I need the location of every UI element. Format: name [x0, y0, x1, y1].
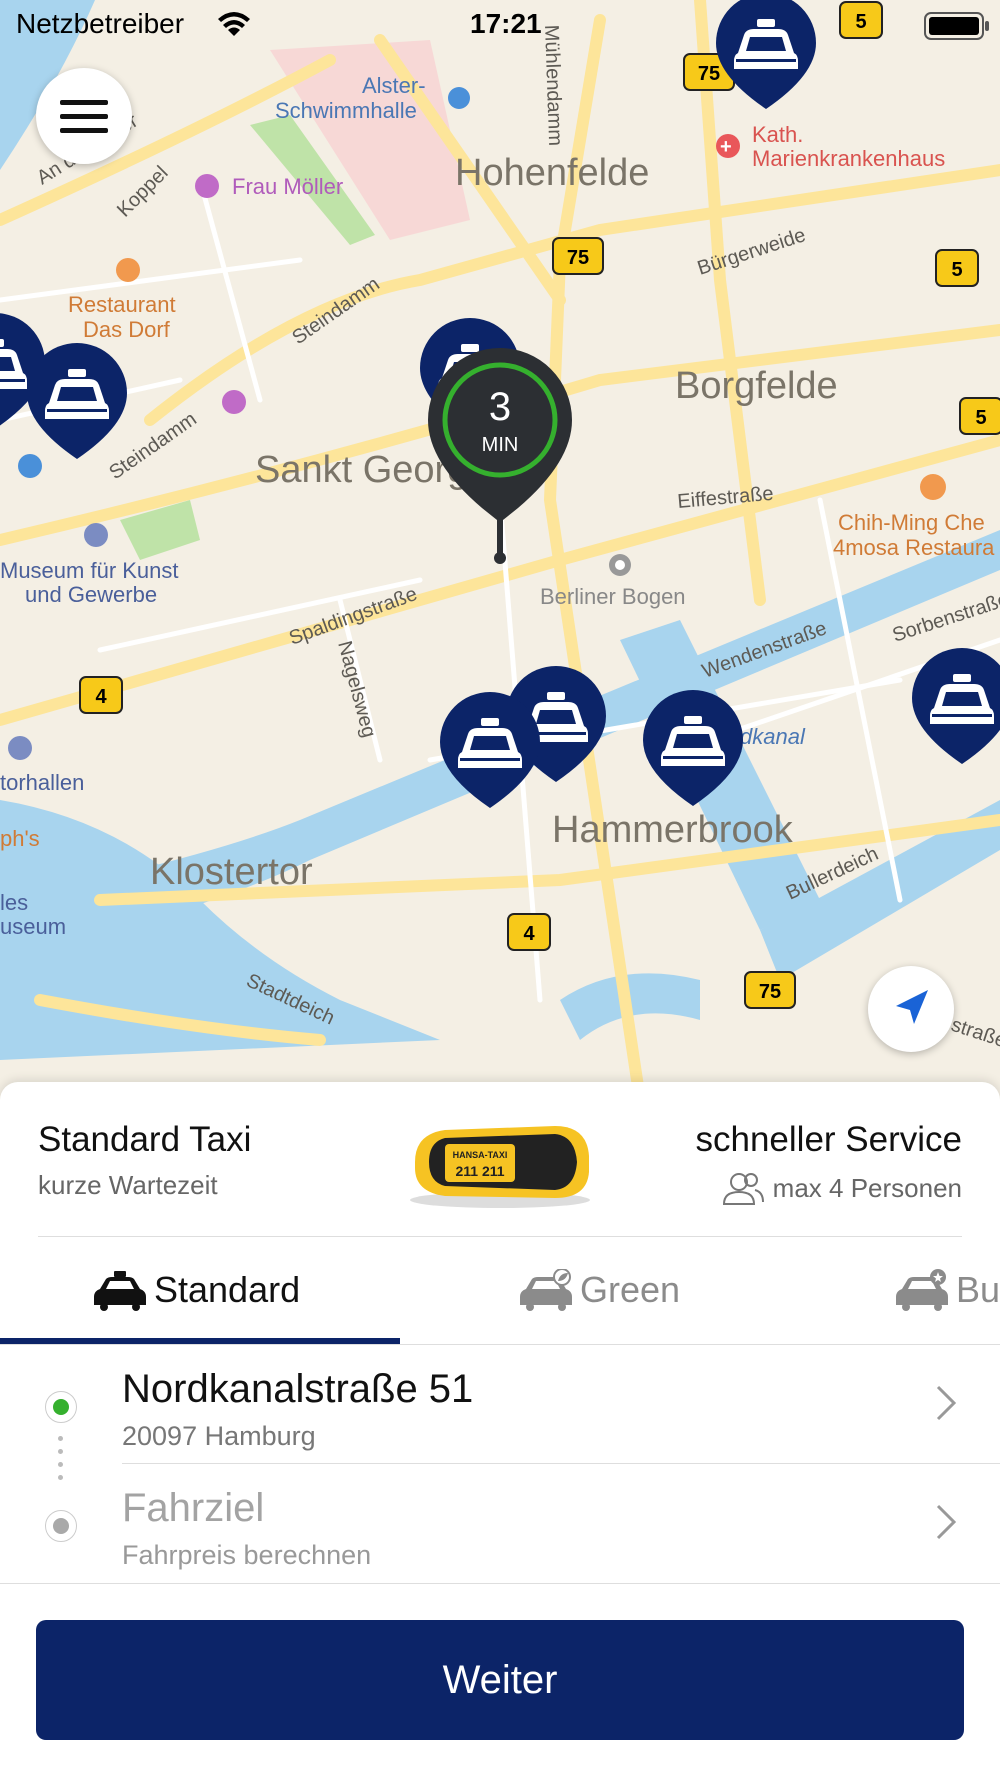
- district-label: Klostertor: [150, 851, 313, 893]
- route-shield: 4: [95, 686, 107, 708]
- tab-standard[interactable]: Standard: [92, 1237, 300, 1342]
- svg-text:+: +: [720, 136, 732, 158]
- capacity-row: max 4 Personen: [696, 1170, 962, 1206]
- route-shield: 75: [759, 981, 781, 1003]
- poi-label: Berliner Bogen: [540, 584, 686, 609]
- map-view[interactable]: Hohenfelde Borgfelde Sankt Georg Hammerb…: [0, 0, 1000, 1100]
- route-shield: 75: [567, 247, 589, 269]
- service-right-title: schneller Service: [695, 1120, 963, 1159]
- taxi-car-icon: [94, 1270, 146, 1311]
- district-label: Sankt Georg: [255, 449, 468, 491]
- poi-label: torhallen: [0, 770, 84, 795]
- divider: [0, 1583, 1000, 1584]
- carrier-label: Netzbetreiber: [16, 8, 185, 39]
- poi-label: Chih-Ming Che: [838, 510, 985, 535]
- poi-label: 4mosa Restaura: [833, 535, 995, 560]
- taxi-sign-number: 211 211: [455, 1163, 504, 1179]
- tab-label: Bu: [956, 1268, 1000, 1310]
- poi-label: Alster-: [362, 73, 426, 98]
- poi-label: Frau Möller: [232, 174, 343, 199]
- poi-label: Restaurant: [68, 292, 176, 317]
- district-label: Borgfelde: [675, 365, 838, 407]
- destination-dot-icon: [45, 1510, 77, 1542]
- taxi-car-image: HANSA-TAXI 211 211: [410, 1126, 590, 1208]
- tab-label: Standard: [154, 1268, 301, 1310]
- service-info: Standard Taxi kurze Wartezeit: [38, 1120, 251, 1201]
- chevron-right-icon: [936, 1504, 957, 1540]
- business-car-icon: [896, 1268, 948, 1311]
- tab-label: Green: [580, 1268, 681, 1310]
- route-shield: 4: [523, 923, 535, 945]
- green-car-icon: [520, 1268, 572, 1311]
- taxi-sign-brand: HANSA-TAXI: [453, 1150, 508, 1160]
- route-shield: 5: [951, 259, 962, 281]
- wifi-icon: [218, 12, 250, 36]
- destination-placeholder: Fahrziel: [122, 1486, 265, 1530]
- poi-label: Schwimmhalle: [275, 98, 417, 123]
- eta-value: 3: [489, 385, 511, 429]
- pickup-street: Nordkanalstraße 51: [122, 1367, 474, 1411]
- poi-label: Marienkrankenhaus: [752, 146, 945, 171]
- battery-icon: [924, 12, 989, 40]
- locate-button[interactable]: [868, 966, 954, 1052]
- poi-label: useum: [0, 914, 66, 939]
- pickup-dot-icon: [45, 1391, 77, 1423]
- menu-button[interactable]: [36, 68, 132, 164]
- poi-label: Das Dorf: [83, 317, 171, 342]
- persons-icon: [722, 1173, 764, 1205]
- poi-label: und Gewerbe: [25, 582, 157, 607]
- clock: 17:21: [470, 8, 542, 39]
- eta-unit: MIN: [482, 434, 519, 456]
- menu-icon: [60, 100, 108, 133]
- tab-business[interactable]: Bu: [894, 1237, 1000, 1342]
- pickup-city: 20097 Hamburg: [122, 1421, 316, 1451]
- district-label: Hohenfelde: [455, 152, 649, 194]
- status-bar: Netzbetreiber 17:21: [0, 0, 1000, 50]
- route-shield: 5: [975, 407, 986, 429]
- service-title: Standard Taxi: [38, 1120, 252, 1159]
- poi-label: les: [0, 890, 28, 915]
- poi-label: dkanal: [740, 724, 806, 749]
- destination-row[interactable]: Fahrziel Fahrpreis berechnen: [0, 1464, 1000, 1582]
- chevron-right-icon: [936, 1385, 957, 1421]
- service-details: schneller Service max 4 Personen: [695, 1120, 963, 1206]
- capacity-label: max 4 Personen: [772, 1172, 962, 1203]
- poi-label: Museum für Kunst: [0, 558, 179, 583]
- district-label: Hammerbrook: [552, 809, 794, 851]
- continue-button[interactable]: Weiter: [36, 1620, 964, 1740]
- service-subtitle: kurze Wartezeit: [38, 1170, 218, 1200]
- poi-label: ph's: [0, 826, 40, 851]
- vehicle-tabs: Standard Green Bu: [0, 1237, 1000, 1342]
- destination-hint: Fahrpreis berechnen: [122, 1540, 372, 1570]
- pickup-row[interactable]: Nordkanalstraße 51 20097 Hamburg: [0, 1345, 1000, 1463]
- locate-arrow-icon: [896, 990, 928, 1024]
- poi-label: Kath.: [752, 122, 803, 147]
- tab-green[interactable]: Green: [518, 1237, 680, 1342]
- route-shield: 75: [698, 63, 720, 85]
